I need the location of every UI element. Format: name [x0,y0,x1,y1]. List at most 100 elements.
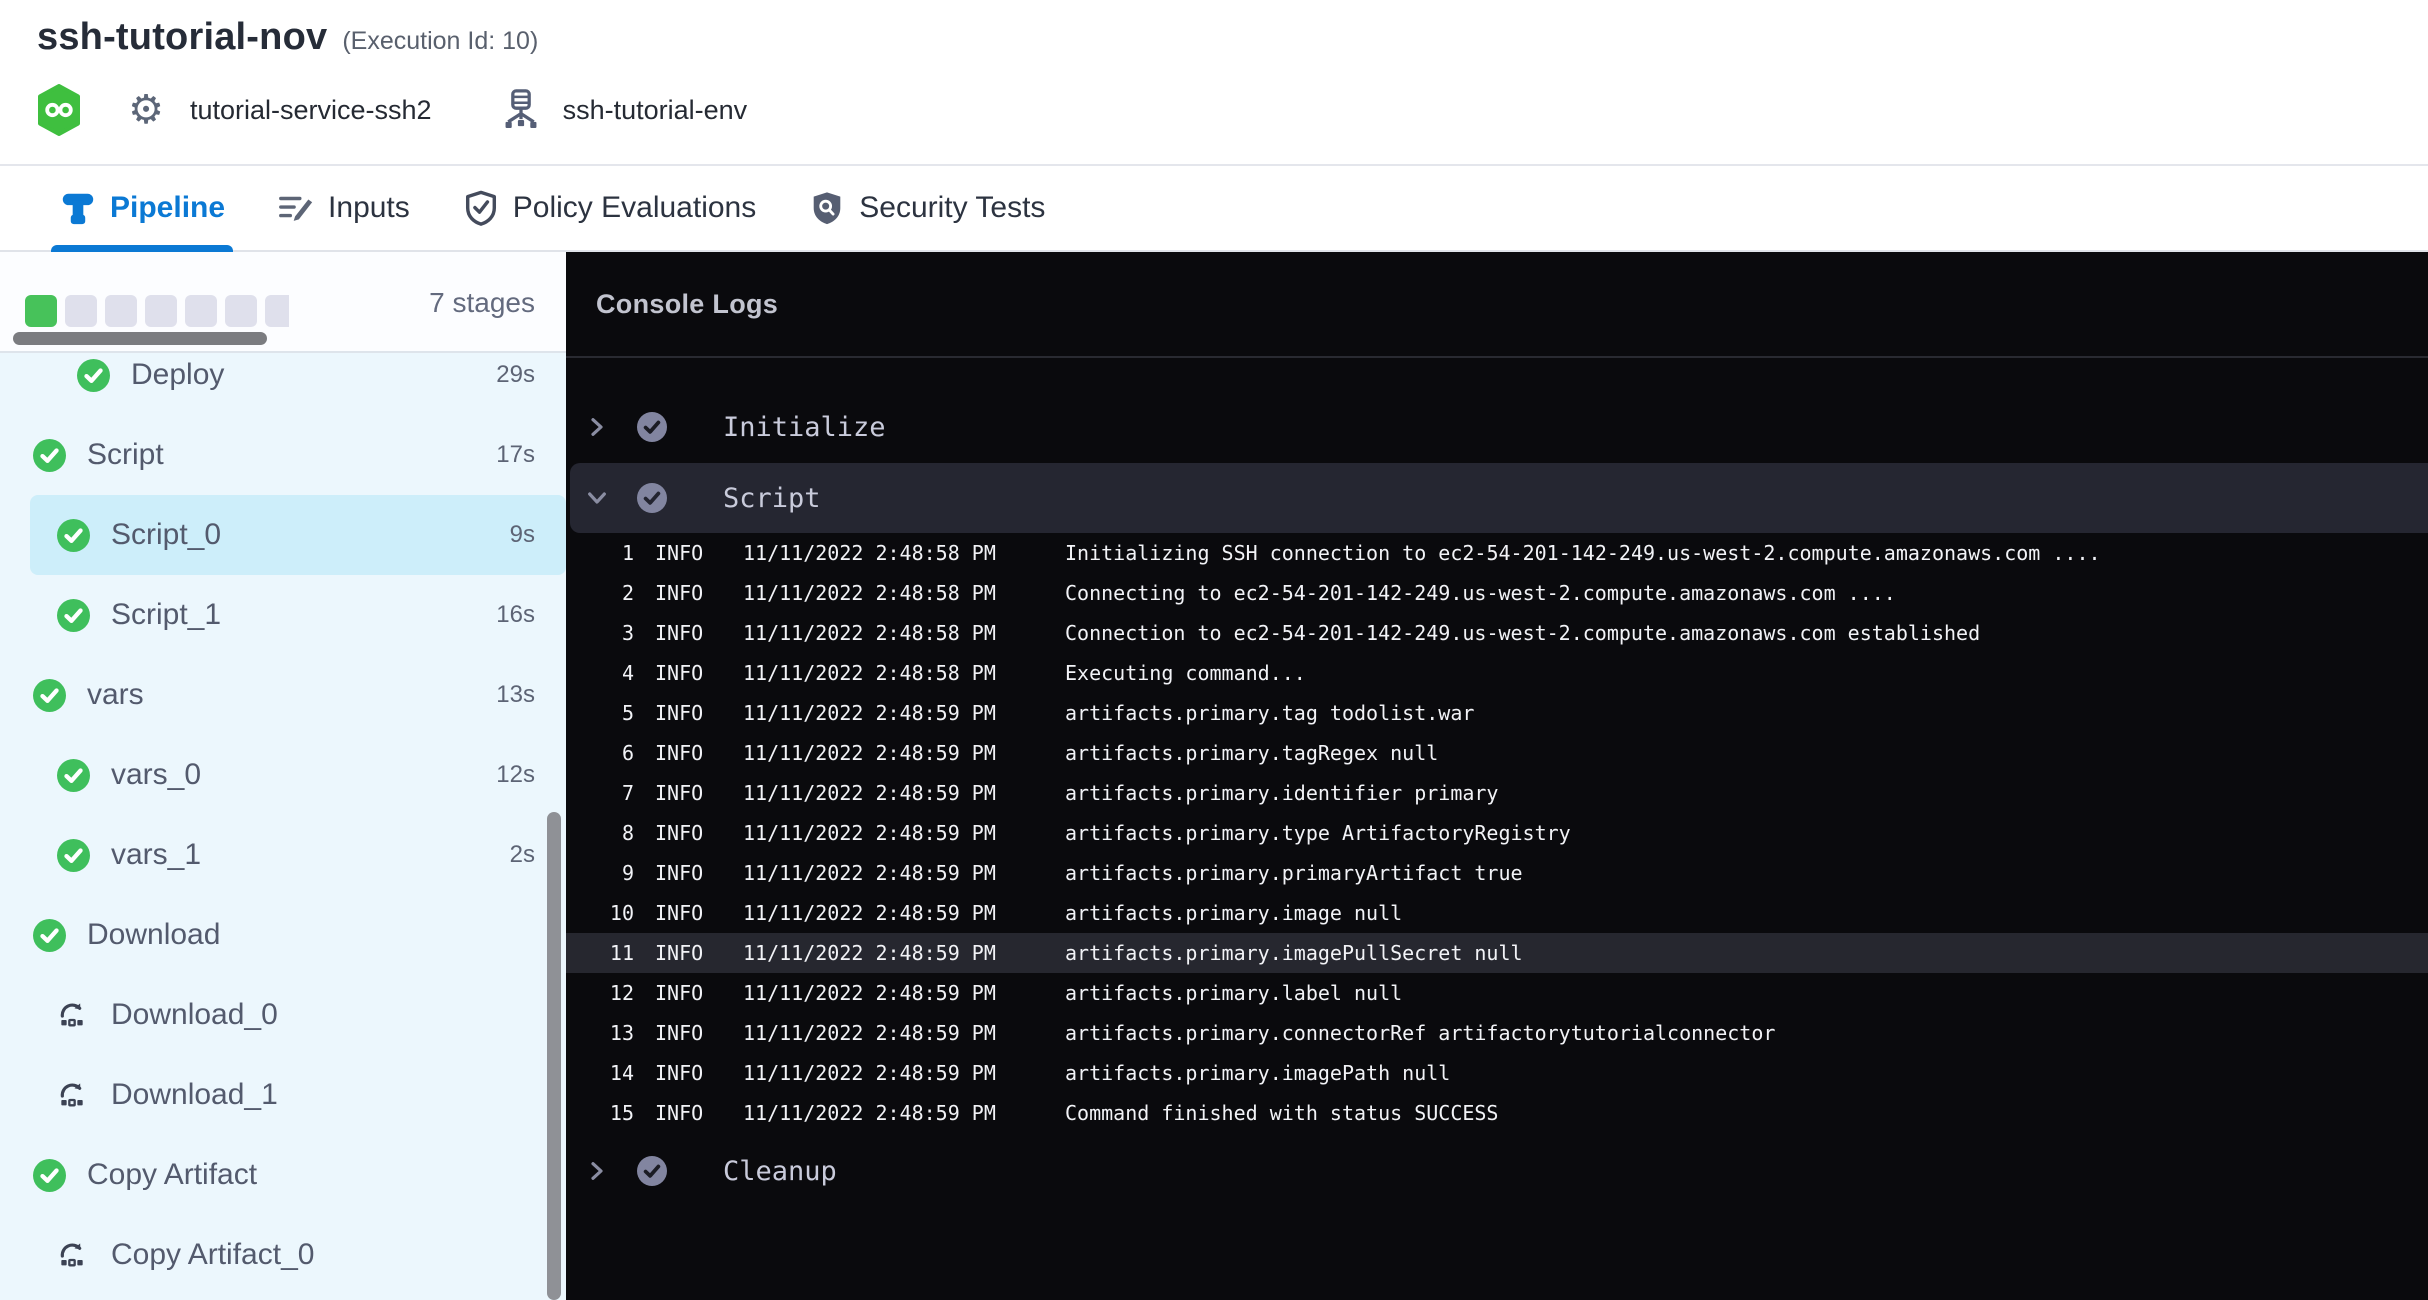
log-section-script[interactable]: Script [566,463,2428,533]
stage-square-pending [65,295,97,327]
log-line-2[interactable]: 2INFO11/11/2022 2:48:58 PMConnecting to … [566,573,2428,613]
log-text: artifacts.primary.tagRegex null [1065,741,1438,765]
sidebar-item-download-1[interactable]: Download_1 [0,1055,566,1135]
sidebar-item-vars[interactable]: vars13s [0,655,566,735]
log-level: INFO [655,621,743,645]
log-message: artifacts.primary.label null [1065,981,2428,1005]
log-message: artifacts.primary.type ArtifactoryRegist… [1065,821,2428,845]
tab-bar: Pipeline Inputs Policy Evaluations Secur… [0,166,2428,252]
log-line-number: 9 [566,861,634,885]
chevron-right-icon[interactable] [585,1159,609,1183]
console-title: Console Logs [596,289,778,320]
host-link[interactable]: ec2-54-201-142-249.us-west-2.compute.ama… [1234,581,1836,605]
tab-security-tests[interactable]: Security Tests [800,166,1053,250]
sidebar-item-vars-1[interactable]: vars_12s [0,815,566,895]
log-timestamp: 11/11/2022 2:48:59 PM [743,1021,1065,1045]
log-line-5[interactable]: 5INFO11/11/2022 2:48:59 PMartifacts.prim… [566,693,2428,733]
log-level: INFO [655,541,743,565]
log-line-13[interactable]: 13INFO11/11/2022 2:48:59 PMartifacts.pri… [566,1013,2428,1053]
sidebar-item-script-0[interactable]: Script_0 9s [0,495,566,575]
log-timestamp: 11/11/2022 2:48:58 PM [743,621,1065,645]
log-level: INFO [655,1021,743,1045]
console-logs-panel: Console Logs Initialize Script 1INFO11/1… [566,252,2428,1300]
log-line-8[interactable]: 8INFO11/11/2022 2:48:59 PMartifacts.prim… [566,813,2428,853]
log-text: Initializing SSH connection to [1065,541,1438,565]
stage-square-done [25,295,57,327]
log-lines: 1INFO11/11/2022 2:48:58 PMInitializing S… [566,533,2428,1133]
log-level: INFO [655,861,743,885]
log-timestamp: 11/11/2022 2:48:59 PM [743,901,1065,925]
host-link[interactable]: ec2-54-201-142-249.us-west-2.compute.ama… [1234,621,1836,645]
stage-label: Script [87,438,164,472]
console-header: Console Logs [566,252,2428,358]
stage-duration: 9s [510,521,566,549]
log-timestamp: 11/11/2022 2:48:59 PM [743,701,1065,725]
check-circle-icon [77,359,110,392]
sidebar-item-script[interactable]: Script 17s [0,415,566,495]
log-text: artifacts.primary.imagePath null [1065,1061,1450,1085]
execution-id: (Execution Id: 10) [342,27,538,56]
tab-inputs[interactable]: Inputs [269,166,418,250]
log-line-12[interactable]: 12INFO11/11/2022 2:48:59 PMartifacts.pri… [566,973,2428,1013]
inputs-icon [277,189,315,227]
page-title: ssh-tutorial-nov [37,16,327,59]
log-line-15[interactable]: 15INFO11/11/2022 2:48:59 PMCommand finis… [566,1093,2428,1133]
environment-icon [501,88,541,132]
log-timestamp: 11/11/2022 2:48:59 PM [743,781,1065,805]
chevron-right-icon[interactable] [585,415,609,439]
log-text: .... [2040,541,2100,565]
log-line-4[interactable]: 4INFO11/11/2022 2:48:58 PMExecuting comm… [566,653,2428,693]
log-level: INFO [655,821,743,845]
stage-square-pending [265,295,289,327]
stage-label: vars [87,678,144,712]
check-circle-icon [33,679,66,712]
stage-label: vars_1 [111,838,201,872]
sidebar-item-download-0[interactable]: Download_0 [0,975,566,1055]
log-line-14[interactable]: 14INFO11/11/2022 2:48:59 PMartifacts.pri… [566,1053,2428,1093]
sidebar-item-copy-artifact-0[interactable]: Copy Artifact_0 [0,1215,566,1295]
log-section-initialize[interactable]: Initialize [566,392,2428,462]
sidebar-item-script-1[interactable]: Script_116s [0,575,566,655]
log-text: artifacts.primary.image null [1065,901,1402,925]
log-section-cleanup[interactable]: Cleanup [566,1136,2428,1206]
log-line-1[interactable]: 1INFO11/11/2022 2:48:58 PMInitializing S… [566,533,2428,573]
title-row: ssh-tutorial-nov (Execution Id: 10) [37,16,538,59]
stage-label: vars_0 [111,758,201,792]
log-message: artifacts.primary.image null [1065,901,2428,925]
tab-pipeline[interactable]: Pipeline [51,166,233,250]
log-message: artifacts.primary.tagRegex null [1065,741,2428,765]
log-message: Initializing SSH connection to ec2-54-20… [1065,541,2428,565]
sidebar-item-copy-artifact[interactable]: Copy Artifact [0,1135,566,1215]
chevron-down-icon[interactable] [585,486,609,510]
log-line-9[interactable]: 9INFO11/11/2022 2:48:59 PMartifacts.prim… [566,853,2428,893]
check-circle-icon [33,439,66,472]
log-message: artifacts.primary.imagePath null [1065,1061,2428,1085]
progress-horizontal-scrollbar[interactable] [13,332,267,345]
log-text: artifacts.primary.primaryArtifact true [1065,861,1523,885]
sidebar-item-deploy[interactable]: Deploy29s [0,353,566,415]
tab-policy-evaluations[interactable]: Policy Evaluations [454,166,764,250]
log-line-3[interactable]: 3INFO11/11/2022 2:48:58 PMConnection to … [566,613,2428,653]
log-line-10[interactable]: 10INFO11/11/2022 2:48:59 PMartifacts.pri… [566,893,2428,933]
stage-list-scrollbar[interactable] [547,812,561,1300]
stage-label: Download [87,918,220,952]
log-line-6[interactable]: 6INFO11/11/2022 2:48:59 PMartifacts.prim… [566,733,2428,773]
sidebar-item-download[interactable]: Download [0,895,566,975]
stage-duration: 17s [496,441,566,469]
stage-square-pending [185,295,217,327]
service-name: tutorial-service-ssh2 [190,95,432,126]
log-timestamp: 11/11/2022 2:48:58 PM [743,581,1065,605]
host-link[interactable]: ec2-54-201-142-249.us-west-2.compute.ama… [1438,541,2040,565]
log-text: artifacts.primary.connectorRef artifacto… [1065,1021,1775,1045]
log-level: INFO [655,741,743,765]
stage-label: Copy Artifact_0 [111,1238,314,1272]
check-circle-icon [57,839,90,872]
log-line-7[interactable]: 7INFO11/11/2022 2:48:59 PMartifacts.prim… [566,773,2428,813]
check-circle-icon [637,483,667,513]
log-line-11[interactable]: 11INFO11/11/2022 2:48:59 PMartifacts.pri… [566,933,2428,973]
log-line-number: 1 [566,541,634,565]
log-message: Connecting to ec2-54-201-142-249.us-west… [1065,581,2428,605]
log-text: artifacts.primary.imagePullSecret null [1065,941,1523,965]
sidebar-item-vars-0[interactable]: vars_012s [0,735,566,815]
stage-label: Script_0 [111,518,221,552]
